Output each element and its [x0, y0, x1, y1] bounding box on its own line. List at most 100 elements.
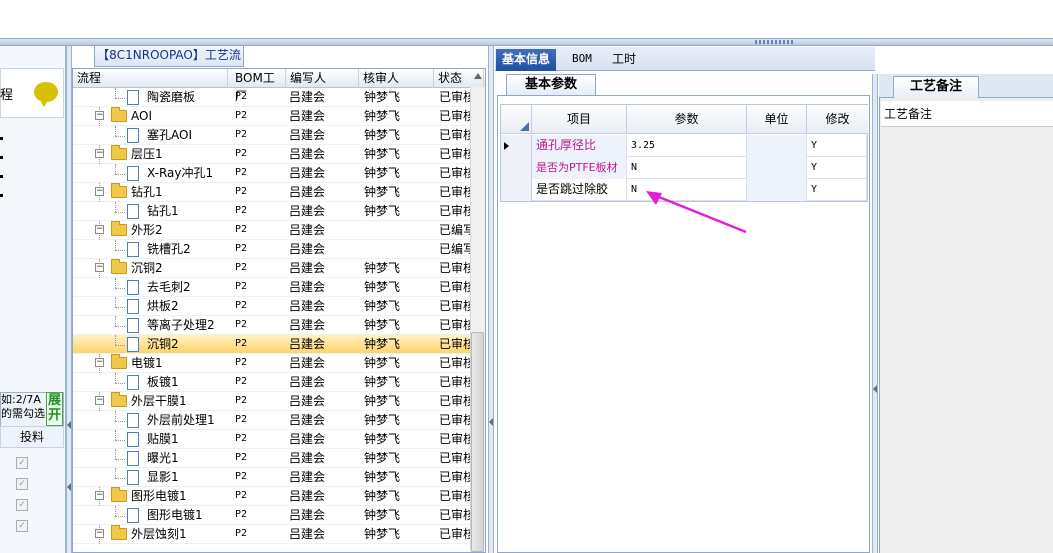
collapse-toggle-icon[interactable]: − [95, 149, 104, 158]
chat-bubble-icon[interactable] [34, 82, 58, 107]
collapse-toggle-icon[interactable]: − [95, 225, 104, 234]
writer-cell: 吕建会 [289, 451, 326, 465]
tree-row[interactable]: 贴膜1 P2 吕建会 钟梦飞 已审核 [73, 430, 471, 449]
collapse-toggle-icon[interactable]: − [95, 491, 104, 500]
tab-process-notes[interactable]: 工艺备注 [893, 76, 979, 98]
collapse-right-icon[interactable] [873, 385, 877, 393]
collapse-toggle-icon[interactable]: − [95, 529, 104, 538]
collapse-toggle-icon[interactable]: − [95, 187, 104, 196]
tree-row[interactable]: 显影1 P2 吕建会 钟梦飞 已审核 [73, 468, 471, 487]
tree-row[interactable]: − 钻孔1 P2 吕建会 钟梦飞 已审核 [73, 183, 471, 202]
tree-row[interactable]: 外层前处理1 P2 吕建会 钟梦飞 已审核 [73, 411, 471, 430]
tree-row[interactable]: 陶瓷磨板 P2 吕建会 钟梦飞 已审核 [73, 88, 471, 107]
vertical-splitter-right[interactable] [872, 74, 878, 553]
grid-header-param[interactable]: 参数 [627, 105, 747, 134]
tree-row[interactable]: 铣槽孔2 P2 吕建会 已编写 [73, 240, 471, 259]
writer-cell: 吕建会 [289, 90, 326, 104]
param-modify-cell[interactable]: Y [807, 157, 867, 179]
tree-scrollbar-thumb[interactable] [471, 332, 484, 552]
writer-cell: 吕建会 [289, 489, 326, 503]
row-header[interactable] [501, 135, 532, 157]
reviewer-cell: 钟梦飞 [364, 128, 401, 142]
collapse-toggle-icon[interactable]: − [95, 358, 104, 367]
splitter-grip-icon[interactable] [755, 40, 795, 44]
bom-cell: P2 [235, 528, 248, 539]
tree-connector [115, 288, 125, 289]
status-cell: 已审核 [439, 356, 471, 370]
tree-row[interactable]: − 外层干膜1 P2 吕建会 钟梦飞 已审核 [73, 392, 471, 411]
param-item-cell[interactable]: 是否为PTFE板材 [532, 157, 627, 179]
tree-row[interactable]: 曝光1 P2 吕建会 钟梦飞 已审核 [73, 449, 471, 468]
tree-row[interactable]: 塞孔AOI P2 吕建会 钟梦飞 已审核 [73, 126, 471, 145]
tree-row[interactable]: − AOI P2 吕建会 钟梦飞 已审核 [73, 107, 471, 126]
column-header-writer[interactable]: 编写人 [286, 69, 359, 88]
expand-button[interactable]: 展开 [46, 392, 63, 426]
feed-checkbox[interactable]: ✓ [16, 457, 28, 469]
param-modify-cell[interactable]: Y [807, 135, 867, 157]
collapse-toggle-icon[interactable]: − [95, 263, 104, 272]
tab-bom[interactable]: BOM [566, 49, 598, 71]
writer-cell: 吕建会 [289, 261, 326, 275]
tree-row[interactable]: 等离子处理2 P2 吕建会 钟梦飞 已审核 [73, 316, 471, 335]
row-header[interactable] [501, 157, 532, 179]
feed-checkbox[interactable]: ✓ [16, 520, 28, 532]
tree-row[interactable]: − 图形电镀1 P2 吕建会 钟梦飞 已审核 [73, 487, 471, 506]
feed-checkbox[interactable]: ✓ [16, 478, 28, 490]
reviewer-cell: 钟梦飞 [364, 394, 401, 408]
grid-header-item[interactable]: 项目 [532, 105, 627, 134]
tree-row[interactable]: − 层压1 P2 吕建会 钟梦飞 已审核 [73, 145, 471, 164]
tree-row[interactable]: − 沉铜2 P2 吕建会 钟梦飞 已审核 [73, 259, 471, 278]
column-header-flow[interactable]: 流程 [73, 69, 228, 88]
collapse-middle-icon[interactable] [489, 418, 493, 426]
param-row[interactable]: 通孔厚径比 3.25 Y [501, 135, 867, 157]
feed-checkbox[interactable]: ✓ [16, 499, 28, 511]
param-unit-cell[interactable] [747, 157, 807, 179]
scroll-up-icon[interactable] [474, 73, 482, 79]
bom-cell: P2 [235, 471, 248, 482]
bom-cell: P2 [235, 490, 248, 501]
param-row[interactable]: 是否为PTFE板材 N Y [501, 157, 867, 179]
tree-row-name-cell: 外层前处理1 [73, 411, 228, 430]
param-value-cell[interactable]: N [627, 157, 747, 179]
tree-row[interactable]: − 外层蚀刻1 P2 吕建会 钟梦飞 已审核 [73, 525, 471, 544]
tree-row-name-cell: − 外形2 [73, 221, 228, 240]
tree-node-label: 板镀1 [147, 375, 179, 389]
vertical-splitter-middle[interactable] [488, 46, 494, 553]
collapse-toggle-icon[interactable]: − [95, 111, 104, 120]
param-item-cell[interactable]: 是否跳过除胶 [532, 179, 627, 201]
tree-row[interactable]: 沉铜2 P2 吕建会 钟梦飞 已审核 [73, 335, 471, 354]
tab-work-hours[interactable]: 工时 [606, 49, 642, 71]
reviewer-cell: 钟梦飞 [364, 337, 401, 351]
tree-connector [115, 506, 116, 516]
collapse-left-icon[interactable] [67, 483, 71, 491]
grid-header-modify[interactable]: 修改 [807, 105, 868, 134]
param-value-cell[interactable]: 3.25 [627, 135, 747, 157]
column-header-reviewer[interactable]: 核审人 [359, 69, 434, 88]
row-header[interactable] [501, 179, 532, 201]
tree-row[interactable]: X-Ray冲孔1 P2 吕建会 钟梦飞 已审核 [73, 164, 471, 183]
collapse-toggle-icon[interactable]: − [95, 396, 104, 405]
tab-basic-params[interactable]: 基本参数 [506, 74, 596, 96]
tree-row[interactable]: 板镀1 P2 吕建会 钟梦飞 已审核 [73, 373, 471, 392]
param-unit-cell[interactable] [747, 135, 807, 157]
collapse-left-icon[interactable] [67, 421, 71, 429]
param-unit-cell[interactable] [747, 179, 807, 201]
tree-row-name-cell: 等离子处理2 [73, 316, 228, 335]
tree-connector [115, 373, 116, 383]
bom-cell: P2 [235, 224, 248, 235]
tree-row[interactable]: 钻孔1 P2 吕建会 钟梦飞 已审核 [73, 202, 471, 221]
horizontal-splitter[interactable] [0, 38, 1053, 46]
tree-row[interactable]: − 电镀1 P2 吕建会 钟梦飞 已审核 [73, 354, 471, 373]
tab-basic-info[interactable]: 基本信息 [496, 49, 557, 71]
column-header-bom[interactable]: BOM工厂 [231, 69, 286, 103]
tree-row[interactable]: 去毛刺2 P2 吕建会 钟梦飞 已审核 [73, 278, 471, 297]
tree-row[interactable]: 图形电镀1 P2 吕建会 钟梦飞 已审核 [73, 506, 471, 525]
writer-cell: 吕建会 [289, 128, 326, 142]
bom-cell: P2 [235, 433, 248, 444]
tree-row[interactable]: − 外形2 P2 吕建会 已编写 [73, 221, 471, 240]
param-modify-cell[interactable]: Y [807, 179, 867, 201]
grid-header-unit[interactable]: 单位 [747, 105, 807, 134]
tree-row[interactable]: 烘板2 P2 吕建会 钟梦飞 已审核 [73, 297, 471, 316]
param-item-cell[interactable]: 通孔厚径比 [532, 135, 627, 157]
tree-connector [115, 411, 116, 421]
